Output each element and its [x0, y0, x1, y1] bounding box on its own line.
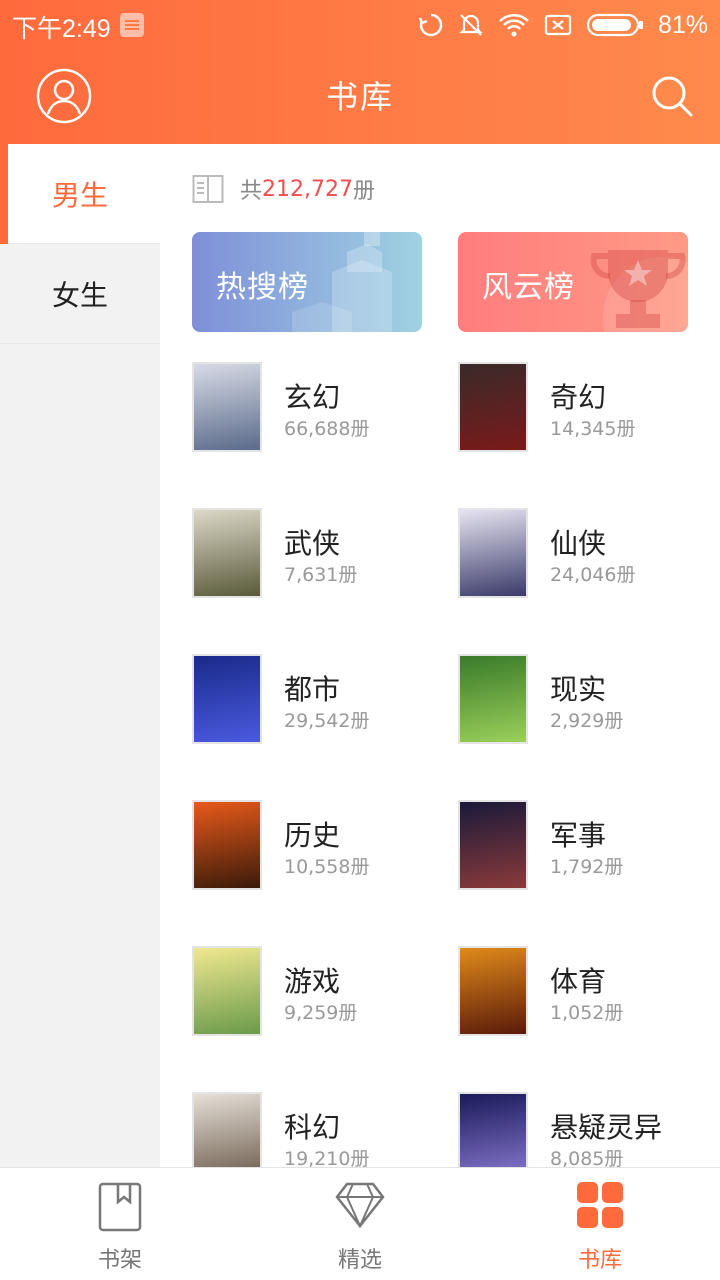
sidebar-item-label: 女生 [51, 278, 108, 312]
wifi-icon [499, 14, 529, 37]
open-book-icon [192, 175, 224, 203]
book-cover-image [458, 654, 528, 744]
hot-search-banner[interactable]: 热搜榜 [192, 232, 422, 332]
nav-library[interactable]: 书库 [480, 1168, 720, 1280]
category-book-count: 14,345册 [550, 418, 636, 440]
book-cover-image [192, 362, 262, 452]
category-item[interactable]: 悬疑灵异 8,085册 [458, 1092, 718, 1167]
nav-label: 书库 [577, 1248, 622, 1273]
book-cover-image [458, 1092, 528, 1167]
category-name: 军事 [550, 819, 607, 852]
gender-sidebar: 男生 女生 [0, 144, 160, 1167]
category-item[interactable]: 体育 1,052册 [458, 946, 718, 1038]
book-cover-image [192, 508, 262, 598]
nav-bookshelf[interactable]: 书架 [0, 1168, 240, 1280]
count-suffix: 册 [353, 179, 376, 204]
cover-art [460, 948, 526, 1034]
sync-icon [418, 13, 443, 37]
book-cover-image [192, 1092, 262, 1167]
category-name: 玄幻 [284, 381, 341, 414]
category-item[interactable]: 玄幻 66,688册 [192, 362, 452, 454]
category-book-count: 24,046册 [550, 564, 636, 586]
total-book-count: 212,727 [262, 176, 353, 202]
count-prefix: 共 [240, 179, 263, 204]
category-book-count: 1,792册 [550, 856, 624, 878]
category-book-count: 10,558册 [284, 856, 370, 878]
sidebar-item-label: 男生 [51, 178, 108, 212]
category-name: 悬疑灵异 [550, 1111, 663, 1144]
trending-banner[interactable]: 风云榜 [458, 232, 688, 332]
category-book-count: 1,052册 [550, 1002, 624, 1024]
no-sim-icon [544, 14, 572, 36]
category-book-count: 66,688册 [284, 418, 370, 440]
category-name: 游戏 [284, 965, 341, 998]
book-cover-image [192, 946, 262, 1036]
category-name: 武侠 [284, 527, 341, 560]
category-book-count: 9,259册 [284, 1002, 358, 1024]
battery-percent: 81% [657, 10, 708, 39]
category-book-count: 7,631册 [284, 564, 358, 586]
status-icons: 81% [418, 9, 708, 41]
category-item[interactable]: 都市 29,542册 [192, 654, 452, 746]
category-name: 科幻 [284, 1111, 341, 1144]
banner-label: 热搜榜 [216, 270, 309, 305]
category-item[interactable]: 仙侠 24,046册 [458, 508, 718, 600]
category-item[interactable]: 历史 10,558册 [192, 800, 452, 892]
category-book-count: 19,210册 [284, 1148, 370, 1167]
cover-art [460, 510, 526, 596]
page-title: 书库 [325, 78, 394, 116]
nav-label: 精选 [337, 1248, 382, 1273]
cover-art [460, 1094, 526, 1167]
cover-art [460, 656, 526, 742]
cover-art [460, 802, 526, 888]
category-item[interactable]: 军事 1,792册 [458, 800, 718, 892]
sidebar-item-male[interactable]: 男生 [0, 144, 160, 244]
category-name: 奇幻 [550, 381, 607, 414]
grid-icon [577, 1182, 623, 1228]
category-name: 都市 [284, 673, 341, 706]
category-name: 现实 [550, 673, 607, 706]
book-cover-image [192, 654, 262, 744]
book-cover-image [458, 362, 528, 452]
mute-icon [459, 14, 483, 36]
category-book-count: 2,929册 [550, 710, 624, 732]
book-count-summary: 共 212,727 册 [192, 172, 375, 206]
category-item[interactable]: 现实 2,929册 [458, 654, 718, 746]
cover-art [194, 948, 260, 1034]
bookmark-icon [98, 1182, 142, 1232]
nav-featured[interactable]: 精选 [240, 1168, 480, 1280]
status-time: 下午2:49 [12, 15, 111, 43]
cover-art [194, 510, 260, 596]
cover-art [460, 364, 526, 450]
book-cover-image [458, 800, 528, 890]
cover-art [194, 1094, 260, 1167]
sidebar-item-female[interactable]: 女生 [0, 244, 160, 344]
diamond-icon [335, 1182, 385, 1228]
banner-label: 风云榜 [482, 270, 575, 305]
book-cover-image [458, 508, 528, 598]
app-header: 下午2:49 81% 书库 [0, 0, 720, 144]
trophy-icon [590, 250, 688, 332]
nav-label: 书架 [97, 1248, 142, 1273]
cover-art [194, 364, 260, 450]
category-item[interactable]: 科幻 19,210册 [192, 1092, 452, 1167]
cover-art [194, 802, 260, 888]
category-item[interactable]: 奇幻 14,345册 [458, 362, 718, 454]
category-name: 体育 [550, 965, 607, 998]
status-bar: 下午2:49 81% [0, 0, 720, 50]
category-book-count: 29,542册 [284, 710, 370, 732]
book-cover-image [192, 800, 262, 890]
book-cover-image [458, 946, 528, 1036]
category-item[interactable]: 武侠 7,631册 [192, 508, 452, 600]
category-name: 历史 [284, 819, 341, 852]
library-content: 共 212,727 册 热搜榜 风云榜 玄幻 66,688册 奇幻 14,345册武侠 7,… [160, 144, 720, 1167]
battery-icon [586, 13, 643, 37]
cover-art [194, 656, 260, 742]
category-item[interactable]: 游戏 9,259册 [192, 946, 452, 1038]
search-icon[interactable] [650, 74, 694, 118]
category-name: 仙侠 [550, 527, 607, 560]
bottom-nav: 书架 精选 书库 [0, 1167, 720, 1280]
category-book-count: 8,085册 [550, 1148, 624, 1167]
notification-icon [120, 13, 144, 37]
